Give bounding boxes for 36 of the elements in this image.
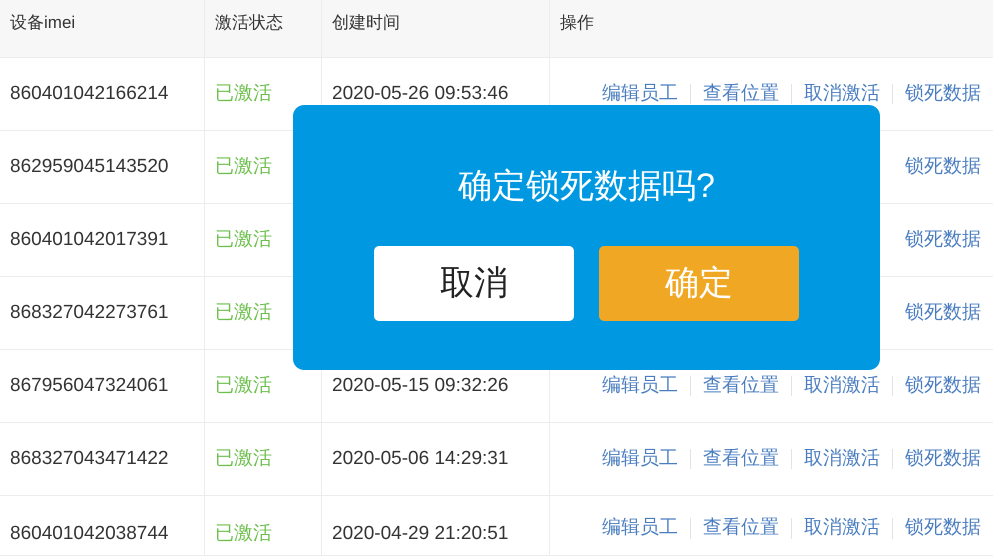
table-cell: 860401042017391 (0, 204, 205, 277)
table-cell: 860401042166214 (0, 58, 205, 131)
action-link[interactable]: 编辑员工 (590, 448, 690, 470)
dialog-message: 确定锁死数据吗? (458, 166, 715, 207)
action-link[interactable]: 锁死数据 (892, 376, 993, 396)
table-cell: 868327043471422 (0, 423, 205, 496)
column-header: 操作 (550, 0, 993, 58)
action-link[interactable]: 锁死数据 (893, 302, 993, 324)
action-link[interactable]: 查看位置 (690, 448, 791, 470)
action-link[interactable]: 取消激活 (791, 376, 892, 396)
action-link[interactable]: 编辑员工 (590, 84, 690, 104)
table-cell: 862959045143520 (0, 131, 205, 204)
action-link[interactable]: 编辑员工 (590, 518, 690, 539)
status-text: 已激活 (205, 423, 322, 496)
column-header: 设备imei (0, 0, 205, 58)
table-cell: 868327042273761 (0, 277, 205, 350)
action-link[interactable]: 锁死数据 (892, 448, 993, 470)
table-cell: 2020-05-06 14:29:31 (322, 423, 550, 496)
action-link[interactable]: 锁死数据 (893, 230, 993, 250)
action-link[interactable]: 锁死数据 (893, 156, 993, 178)
action-link[interactable]: 取消激活 (791, 518, 892, 539)
action-link[interactable]: 锁死数据 (892, 518, 993, 539)
column-header: 创建时间 (322, 0, 550, 58)
action-link[interactable]: 查看位置 (690, 84, 791, 104)
status-text: 已激活 (205, 496, 322, 556)
action-link[interactable]: 编辑员工 (590, 376, 690, 396)
table-cell: 2020-04-29 21:20:51 (322, 496, 550, 556)
table-cell: 867956047324061 (0, 350, 205, 423)
column-header: 激活状态 (205, 0, 322, 58)
action-link[interactable]: 锁死数据 (892, 84, 993, 104)
action-link[interactable]: 查看位置 (690, 518, 791, 539)
table-cell: 860401042038744 (0, 496, 205, 556)
action-link[interactable]: 取消激活 (791, 448, 892, 470)
action-link[interactable]: 查看位置 (690, 376, 791, 396)
action-link[interactable]: 取消激活 (791, 84, 892, 104)
cancel-button[interactable]: 取消 (374, 246, 574, 321)
